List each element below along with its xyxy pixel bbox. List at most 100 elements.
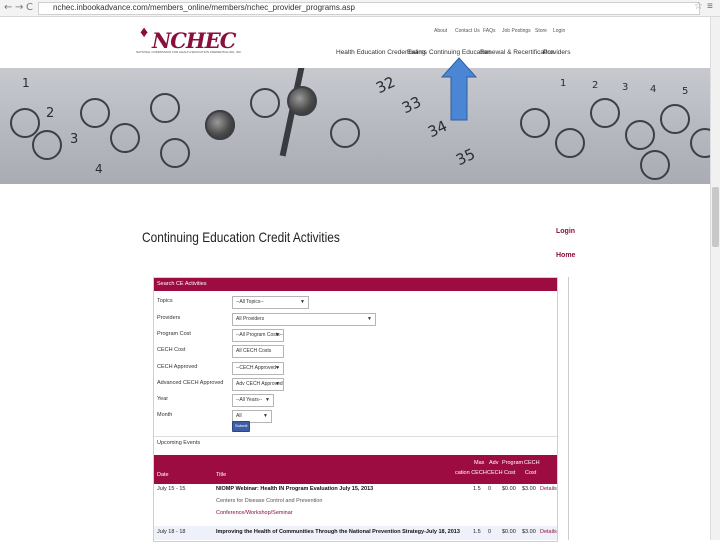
submit-label: Submit xyxy=(235,423,248,428)
bubble xyxy=(625,120,655,150)
upcoming-events-label: Upcoming Events xyxy=(157,440,201,446)
hero-number: 35 xyxy=(453,144,479,170)
event-max-cech: 1.5 xyxy=(473,529,481,535)
chevron-down-icon: ▼ xyxy=(275,365,280,371)
providers-select[interactable]: All Providers ▼ xyxy=(232,313,376,326)
top-link-jobs[interactable]: Job Postings xyxy=(502,28,531,34)
search-panel-header: Search CE Activities xyxy=(154,278,557,291)
top-link-store[interactable]: Store xyxy=(535,28,547,34)
page-title: Continuing Education Credit Activities xyxy=(142,229,340,245)
chevron-down-icon: ▼ xyxy=(275,381,280,387)
cech-approved-select[interactable]: --CECH Approved-- ▼ xyxy=(232,362,284,375)
chevron-down-icon: ▼ xyxy=(265,397,270,403)
back-icon[interactable]: ← xyxy=(4,2,12,13)
bubble xyxy=(660,104,690,134)
event-date: July 18 - 18 xyxy=(157,529,186,535)
col-title: Title xyxy=(216,472,227,478)
program-cost-select[interactable]: --All Program Costs-- ▼ xyxy=(232,329,284,342)
top-link-contact[interactable]: Contact Us xyxy=(455,28,480,34)
scrollbar-thumb[interactable] xyxy=(712,187,719,247)
event-program-cost: $0.00 xyxy=(502,529,516,535)
top-link-about[interactable]: About xyxy=(434,28,447,34)
cech-cost-select[interactable]: All CECH Costs xyxy=(232,345,284,358)
event-program-cost: $0.00 xyxy=(502,486,516,492)
hero-number: 3 xyxy=(70,132,79,147)
col-cech-cost-2: Cost xyxy=(525,470,537,476)
hero-number: 4 xyxy=(95,162,103,176)
hero-number: 32 xyxy=(373,72,399,98)
details-link[interactable]: Details xyxy=(540,486,557,492)
bubble xyxy=(250,88,280,118)
cech-cost-label: CECH Cost xyxy=(157,347,186,353)
col-adv-cech-2: CECH xyxy=(487,470,503,476)
table-row: July 18 - 18 Improving the Health of Com… xyxy=(154,526,557,540)
adv-cech-label: Advanced CECH Approved xyxy=(157,380,224,386)
event-title[interactable]: Improving the Health of Communities Thro… xyxy=(216,529,460,535)
divider xyxy=(154,436,557,437)
home-link[interactable]: Home xyxy=(556,252,575,259)
forward-icon[interactable]: → xyxy=(15,2,23,13)
col-max-cech-1: Max xyxy=(474,460,485,466)
top-link-login[interactable]: Login xyxy=(553,28,565,34)
year-label: Year xyxy=(157,396,169,402)
month-value: All xyxy=(236,413,242,419)
bubble xyxy=(160,138,190,168)
col-date: Date xyxy=(157,472,169,478)
panel-divider xyxy=(568,277,569,540)
search-panel-title: Search CE Activities xyxy=(157,281,207,287)
col-cech-cost-1: CECH xyxy=(524,460,540,466)
event-adv-cech: 0 xyxy=(488,529,492,535)
cech-approved-value: --CECH Approved-- xyxy=(236,365,280,371)
event-type: Conference/Workshop/Seminar xyxy=(216,510,293,516)
up-arrow-icon xyxy=(441,57,477,121)
page-scrollbar[interactable] xyxy=(710,17,720,540)
col-adv-cech-1: Adv xyxy=(489,460,499,466)
col-max-cech-2: cation CECH xyxy=(455,470,487,476)
reload-icon[interactable]: C xyxy=(26,2,33,13)
address-bar[interactable]: nchec.inbookadvance.com/members_online/m… xyxy=(38,2,700,15)
hero-number: 3 xyxy=(622,82,629,93)
month-label: Month xyxy=(157,412,173,418)
top-link-faqs[interactable]: FAQs xyxy=(483,28,496,34)
event-date: July 15 - 15 xyxy=(157,486,186,492)
year-value: --All Years-- xyxy=(236,397,263,403)
hero-number: 4 xyxy=(650,84,657,95)
login-link[interactable]: Login xyxy=(556,228,575,235)
menu-icon[interactable]: ≡ xyxy=(707,1,713,12)
filled-bubble xyxy=(287,86,317,116)
details-link[interactable]: Details xyxy=(540,529,557,535)
bubble xyxy=(110,123,140,153)
adv-cech-select[interactable]: Adv CECH Approved ▼ xyxy=(232,378,284,391)
browser-toolbar: ← → C nchec.inbookadvance.com/members_on… xyxy=(0,0,720,17)
url-text: nchec.inbookadvance.com/members_online/m… xyxy=(53,3,355,12)
topics-value: --All Topics-- xyxy=(236,299,264,305)
cech-approved-label: CECH Approved xyxy=(157,364,198,370)
hero-number: 1 xyxy=(22,76,30,90)
chevron-down-icon: ▼ xyxy=(367,316,372,322)
cech-cost-value: All CECH Costs xyxy=(236,348,272,354)
hero-banner: 1 2 3 4 32 33 34 35 1 2 3 4 5 xyxy=(0,68,710,184)
filled-bubble xyxy=(205,110,235,140)
nav-providers[interactable]: Providers xyxy=(543,49,570,56)
bubble xyxy=(80,98,110,128)
bubble xyxy=(690,128,710,158)
bubble xyxy=(555,128,585,158)
logo-subtitle: NATIONAL COMMISSION FOR HEALTH EDUCATION… xyxy=(136,50,242,54)
table-row: July 15 - 15 NIOMP Webinar: Health IN Pr… xyxy=(154,486,557,524)
star-icon[interactable]: ☆ xyxy=(694,1,703,12)
chevron-down-icon: ▼ xyxy=(263,413,268,419)
search-panel: Search CE Activities Topics --All Topics… xyxy=(153,277,558,542)
nav-exams[interactable]: Exams xyxy=(407,49,427,56)
topics-select[interactable]: --All Topics-- ▼ xyxy=(232,296,309,309)
providers-label: Providers xyxy=(157,315,181,321)
hero-number: 2 xyxy=(46,106,55,121)
event-cech-cost: $3.00 xyxy=(522,486,536,492)
year-select[interactable]: --All Years-- ▼ xyxy=(232,394,274,407)
events-table-header: Date Title Max cation CECH Adv CECH Prog… xyxy=(154,455,557,484)
hero-number: 1 xyxy=(560,78,567,89)
event-cech-cost: $3.00 xyxy=(522,529,536,535)
event-title[interactable]: NIOMP Webinar: Health IN Program Evaluat… xyxy=(216,486,373,492)
submit-button[interactable]: Submit xyxy=(232,421,250,432)
bubble xyxy=(150,93,180,123)
top-links: About Contact Us FAQs Job Postings Store… xyxy=(0,28,720,38)
